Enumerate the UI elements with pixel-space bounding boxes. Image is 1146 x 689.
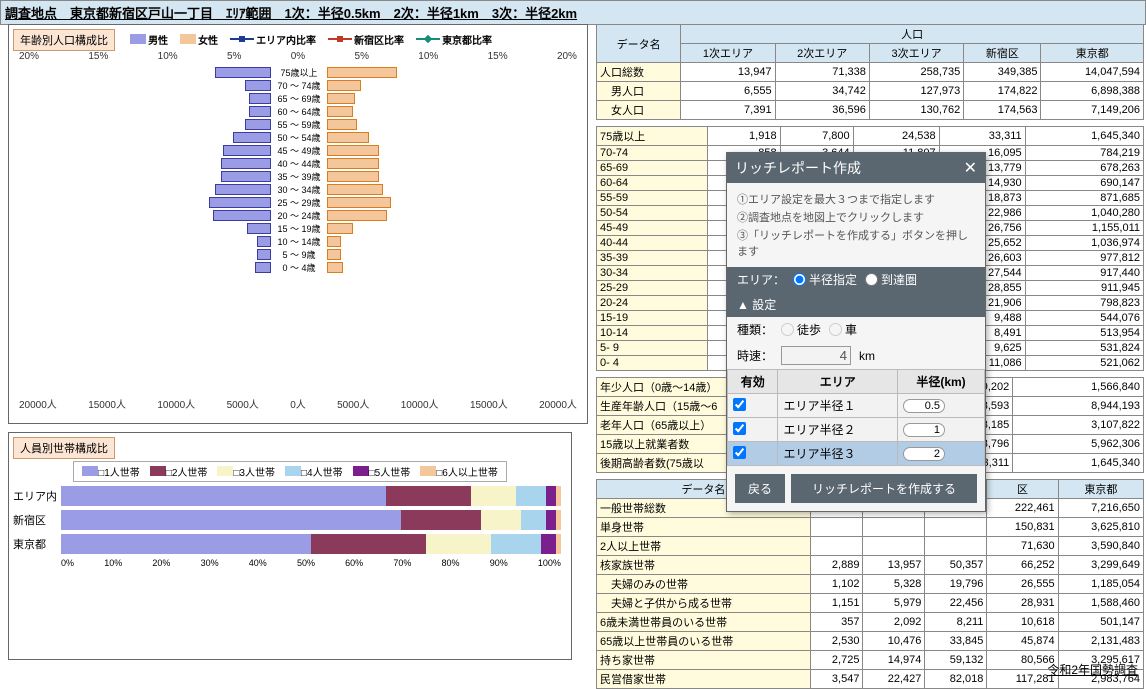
chart2-legend: □1人世帯□2人世帯□3人世帯□4人世帯□5人世帯□6人以上世帯 bbox=[73, 461, 507, 482]
speed-input[interactable] bbox=[781, 346, 851, 365]
dialog-hints: ①エリア設定を最大３つまで指定します ②調査地点を地図上でクリックします ③「リ… bbox=[727, 183, 985, 267]
household-chart: 人員別世帯構成比 □1人世帯□2人世帯□3人世帯□4人世帯□5人世帯□6人以上世… bbox=[8, 432, 572, 660]
radius-radio[interactable]: 半径指定 bbox=[793, 271, 857, 288]
area-row-3: エリア半径３ bbox=[728, 442, 985, 466]
area3-radius[interactable] bbox=[903, 447, 945, 461]
back-button[interactable]: 戻る bbox=[735, 474, 785, 503]
reach-radio[interactable]: 到達圏 bbox=[865, 271, 917, 288]
rich-report-dialog: リッチレポート作成 ✕ ①エリア設定を最大３つまで指定します ②調査地点を地図上… bbox=[726, 152, 986, 512]
car-radio[interactable]: 車 bbox=[829, 321, 857, 338]
chart2-bars: エリア内新宿区東京都 bbox=[13, 486, 567, 554]
close-icon[interactable]: ✕ bbox=[964, 158, 977, 178]
area-radius-table: 有効エリア半径(km) エリア半径１ エリア半径２ エリア半径３ bbox=[727, 369, 985, 466]
chart2-axis: 0%10%20%30%40%50%60%70%80%90%100% bbox=[61, 558, 561, 568]
create-report-button[interactable]: リッチレポートを作成する bbox=[791, 474, 977, 503]
page-header: 調査地点 東京都新宿区戸山一丁目 ｴﾘｱ範囲 1次：半径0.5km 2次：半径1… bbox=[0, 0, 1146, 25]
pyramid-bottom-axis: 20000人15000人10000人5000人0人5000人10000人1500… bbox=[13, 396, 583, 411]
population-table: データ名人口1次エリア2次エリア3次エリア新宿区東京都人口総数13,94771,… bbox=[596, 24, 1144, 120]
area-row-2: エリア半径２ bbox=[728, 418, 985, 442]
area1-enable[interactable] bbox=[733, 398, 746, 411]
area-row-1: エリア半径１ bbox=[728, 394, 985, 418]
dialog-title: リッチレポート作成 bbox=[735, 158, 861, 178]
dialog-area-type-row: エリア： 半径指定 到達圏 bbox=[727, 267, 985, 292]
area3-enable[interactable] bbox=[733, 446, 746, 459]
speed-row: 時速： km bbox=[727, 342, 985, 369]
area2-enable[interactable] bbox=[733, 422, 746, 435]
settings-header[interactable]: ▲ 設定 bbox=[727, 292, 985, 317]
pyramid-top-axis: 20%15%10%5%0%5%10%15%20% bbox=[13, 51, 583, 62]
pyramid-body: 75歳以上70 ～ 74歳65 ～ 69歳60 ～ 64歳55 ～ 59歳50 … bbox=[13, 66, 577, 396]
walk-radio[interactable]: 徒歩 bbox=[781, 321, 821, 338]
dialog-title-bar[interactable]: リッチレポート作成 ✕ bbox=[727, 153, 985, 183]
footer-source: 令和2年国勢調査 bbox=[1047, 661, 1138, 678]
area1-radius[interactable] bbox=[903, 399, 945, 413]
chart2-title: 人員別世帯構成比 bbox=[13, 437, 115, 459]
movement-type-row: 種類： 徒歩 車 bbox=[727, 317, 985, 342]
age-pyramid-chart: 年齢別人口構成比 男性 女性 エリア内比率 新宿区比率 東京都比率 20%15%… bbox=[8, 24, 588, 424]
chart1-legend: 男性 女性 エリア内比率 新宿区比率 東京都比率 bbox=[130, 32, 492, 47]
area2-radius[interactable] bbox=[903, 423, 945, 437]
chart1-title: 年齢別人口構成比 bbox=[13, 29, 115, 51]
